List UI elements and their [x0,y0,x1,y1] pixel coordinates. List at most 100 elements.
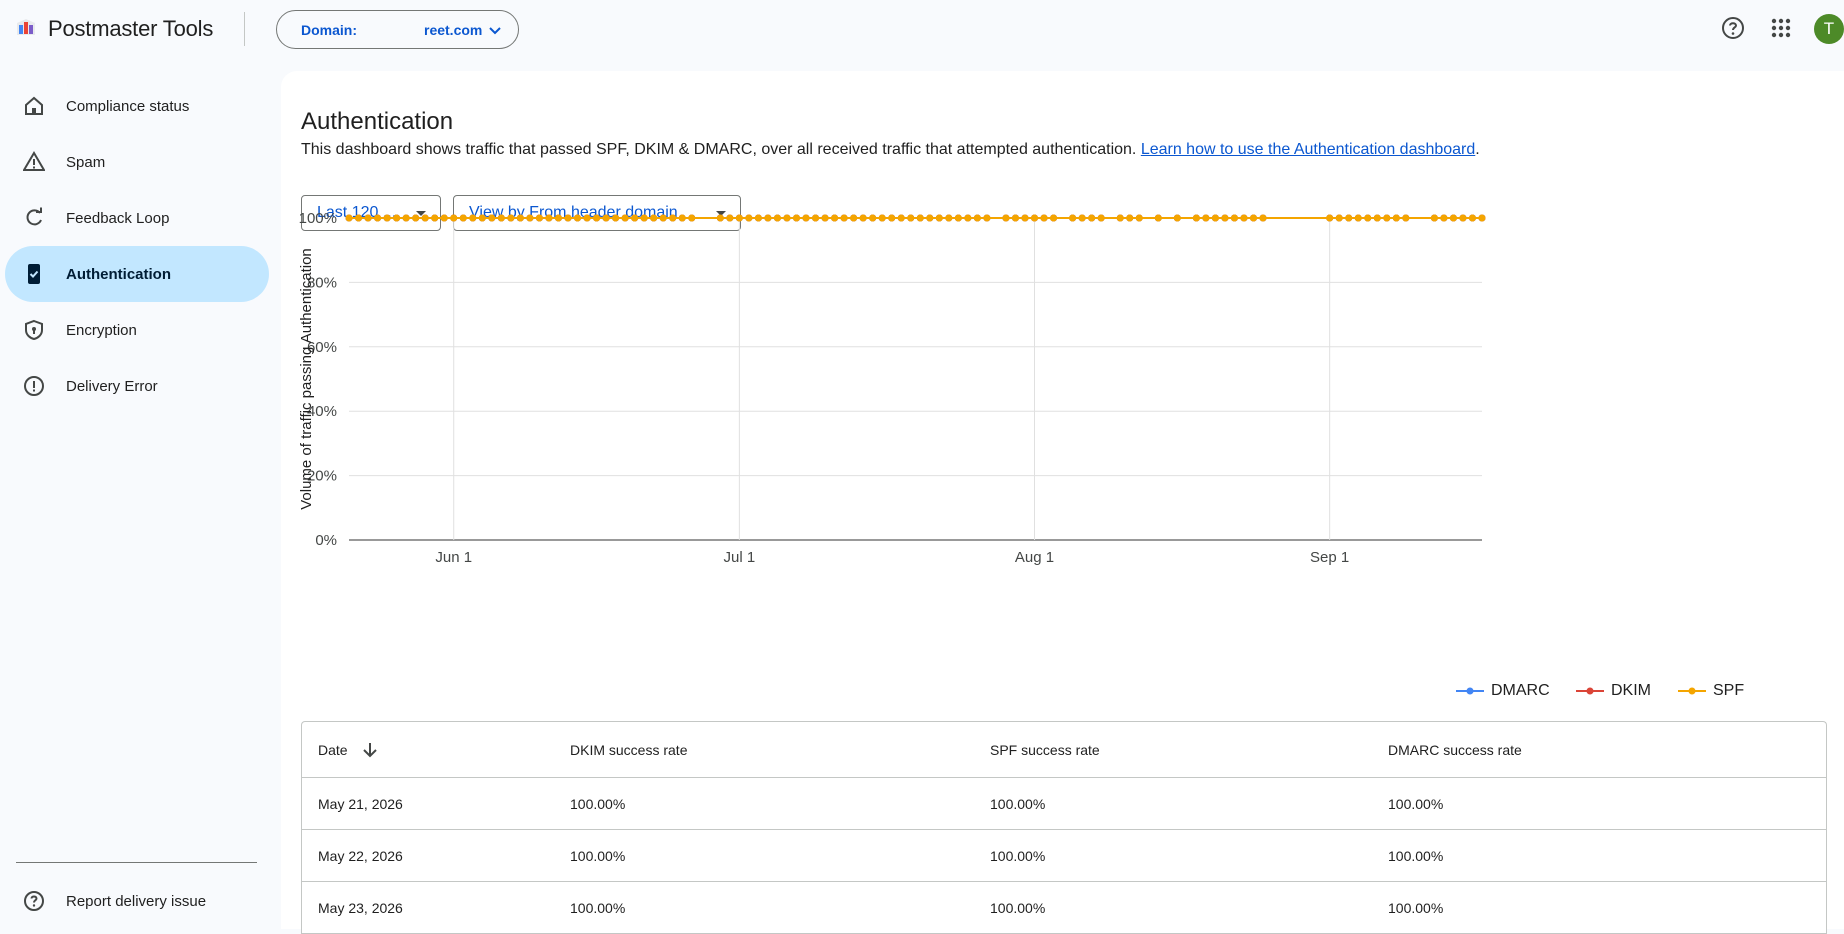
spf-data-point [545,214,553,222]
spf-data-point [431,214,439,222]
spf-data-point [469,214,477,222]
legend-item-spf: SPF [1677,682,1744,700]
chevron-down-icon [489,27,501,35]
spf-data-point [945,214,953,222]
spf-data-point [1249,214,1257,222]
spf-data-point [412,214,420,222]
x-tick-label: Sep 1 [1310,549,1349,566]
sidebar-item-label: Report delivery issue [66,892,207,910]
spf-data-point [859,214,867,222]
sidebar-item-spam[interactable]: Spam [5,134,269,190]
sidebar-item-encryption[interactable]: Encryption [5,302,269,358]
spf-data-point [954,214,962,222]
spf-data-point [1335,214,1343,222]
avatar[interactable]: T [1814,14,1844,44]
spf-data-point [888,214,896,222]
spf-data-point [345,214,353,222]
spf-data-point [1050,214,1058,222]
table-row: May 21, 2026 100.00% 100.00% 100.00% [302,778,1826,830]
column-header-spf[interactable]: SPF success rate [990,722,1100,777]
spf-data-point [1002,214,1010,222]
spf-data-point [716,214,724,222]
cell-dmarc: 100.00% [1388,847,1444,864]
spf-data-point [1259,214,1267,222]
sidebar-item-report-delivery-issue[interactable]: Report delivery issue [5,873,269,929]
spf-data-point [593,214,601,222]
spf-data-point [602,214,610,222]
cell-date: May 22, 2026 [318,847,403,864]
title-divider [244,12,245,46]
spf-data-point [773,214,781,222]
authentication-table: Date DKIM success rate SPF success rate … [301,721,1827,934]
spf-data-point [1430,214,1438,222]
spf-data-point [478,214,486,222]
spf-data-point [374,214,382,222]
sidebar-item-compliance-status[interactable]: Compliance status [5,78,269,134]
cell-spf: 100.00% [990,847,1046,864]
spf-data-point [916,214,924,222]
spf-data-point [1373,214,1381,222]
spf-data-point [735,214,743,222]
spf-data-point [1116,214,1124,222]
sidebar-item-label: Authentication [66,265,171,283]
column-header-dkim[interactable]: DKIM success rate [570,722,687,777]
spf-data-point [745,214,753,222]
spf-data-point [964,214,972,222]
spf-data-point [631,214,639,222]
app-title[interactable]: Postmaster Tools [48,16,213,42]
spf-data-point [764,214,772,222]
spf-data-point [1154,214,1162,222]
legend-label: DMARC [1491,682,1550,699]
apps-grid-icon[interactable] [1770,17,1792,39]
spf-data-point [1097,214,1105,222]
column-header-date[interactable]: Date [318,722,380,777]
column-header-label: Date [318,741,348,758]
column-header-dmarc[interactable]: DMARC success rate [1388,722,1522,777]
help-icon[interactable] [1720,15,1746,41]
sidebar-item-authentication[interactable]: Authentication [5,246,269,302]
domain-label: Domain: [301,21,357,38]
spf-data-point [1069,214,1077,222]
spf-data-point [364,214,372,222]
spf-data-point [850,214,858,222]
spf-data-point [1230,214,1238,222]
spf-data-point [554,214,562,222]
spf-data-point [421,214,429,222]
spf-data-point [355,214,363,222]
spf-data-point [612,214,620,222]
sidebar-divider [16,862,257,863]
spf-data-point [1345,214,1353,222]
spf-data-point [726,214,734,222]
spf-data-point [507,214,515,222]
spf-data-point [574,214,582,222]
postmaster-logo-icon [17,19,35,35]
cell-spf: 100.00% [990,899,1046,916]
spf-data-point [564,214,572,222]
sidebar-item-label: Encryption [66,321,137,339]
domain-picker[interactable]: Domain: reet.com [276,10,519,49]
spf-legend-icon [1678,687,1706,695]
spf-data-point [659,214,667,222]
spf-data-point [1088,214,1096,222]
spf-data-point [869,214,877,222]
spf-data-point [792,214,800,222]
spf-data-point [1440,214,1448,222]
sidebar-item-delivery-error[interactable]: Delivery Error [5,358,269,414]
spf-data-point [831,214,839,222]
spf-data-point [983,214,991,222]
sidebar-item-feedback-loop[interactable]: Feedback Loop [5,190,269,246]
spf-data-point [1392,214,1400,222]
authentication-chart: 0%20%40%60%80%100%Jun 1 Jul 1 Aug 1 Sep 1Vo… [298,210,1486,566]
spf-data-point [1021,214,1029,222]
cell-spf: 100.00% [990,795,1046,812]
sidebar-item-label: Delivery Error [66,377,158,395]
spf-data-point [1135,214,1143,222]
table-row: May 22, 2026 100.00% 100.00% 100.00% [302,830,1826,882]
arrow-down-icon[interactable] [360,740,380,760]
spf-data-point [383,214,391,222]
spf-data-point [640,214,648,222]
error-icon [22,374,46,398]
sidebar-item-label: Spam [66,153,106,171]
legend-label: SPF [1713,682,1745,699]
spf-data-point [1011,214,1019,222]
